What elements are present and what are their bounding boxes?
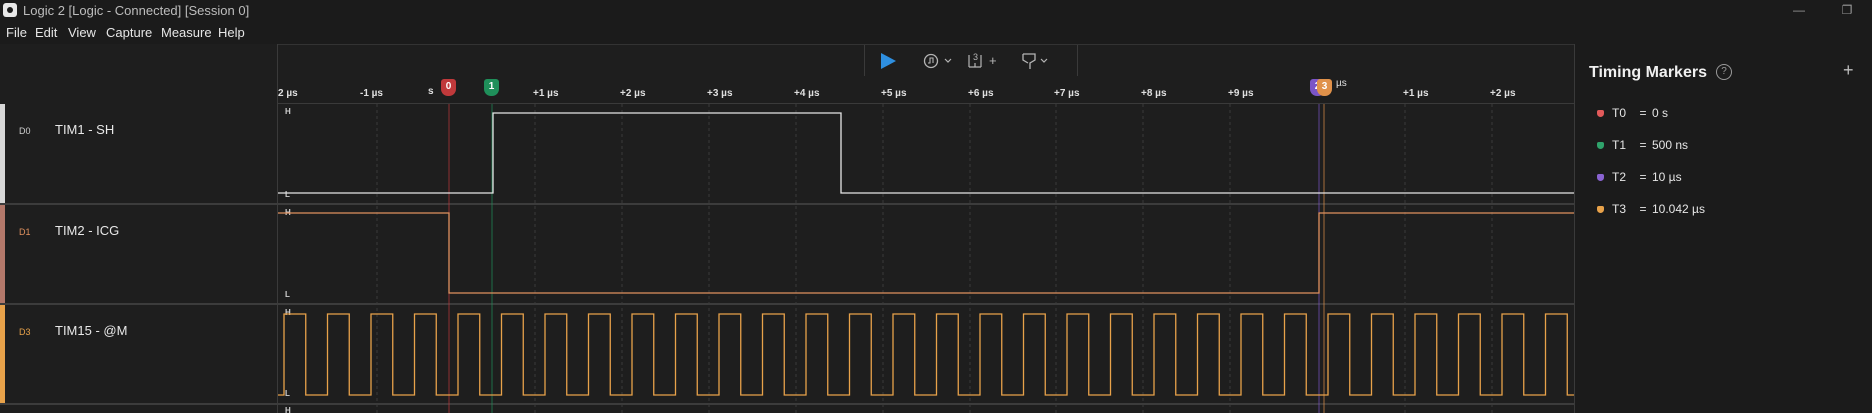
menu-measure[interactable]: Measure [161,25,212,40]
channel-name[interactable]: TIM1 - SH [55,122,114,137]
play-icon[interactable] [879,52,897,70]
timing-markers-panel: Timing Markers ? + T0 = 0 s T1 = 500 ns T2 = 1… [1574,44,1872,413]
menu-bar: File Edit View Capture Measure Help [0,22,1872,44]
low-level-label: L [285,389,290,398]
panel-title: Timing Markers [1589,64,1707,81]
signal-d0-waveform [278,112,1574,194]
tick-label: µs [1336,78,1347,89]
trigger-icon[interactable] [923,53,955,69]
timing-marker-row[interactable]: T0 = 0 s [1597,106,1668,124]
channel-color-strip [0,205,5,303]
measure-count: 3 [973,52,978,62]
marker-name: T3 [1612,202,1627,216]
marker-3-flag[interactable]: 3 [1317,79,1332,96]
marker-value: 0 s [1652,106,1669,120]
minimize-button[interactable]: — [1788,1,1810,19]
help-icon[interactable]: ? [1716,64,1732,80]
add-marker-button[interactable]: + [1843,60,1854,81]
title-bar: Logic 2 [Logic - Connected] [Session 0] … [0,0,1872,22]
signal-d1-waveform [278,212,1574,294]
equals-sign: = [1639,106,1647,120]
tick-label: -1 µs [360,88,383,99]
tick-label: +1 µs [533,88,559,99]
channel-name[interactable]: TIM15 - @M [55,323,127,338]
app-logo-icon [3,3,17,17]
timing-marker-row[interactable]: T2 = 10 µs [1597,170,1682,188]
restore-button[interactable]: ❐ [1836,1,1858,19]
channel-code: D3 [19,327,31,337]
tick-label: s [428,86,434,97]
tick-label: +6 µs [968,88,994,99]
marker-flag-icon [1597,110,1604,118]
channel-name[interactable]: TIM2 - ICG [55,223,119,238]
menu-capture[interactable]: Capture [106,25,152,40]
marker-value: 500 ns [1652,138,1689,152]
tick-label: +5 µs [881,88,907,99]
marker-0-flag[interactable]: 0 [441,79,456,96]
tick-label: +7 µs [1054,88,1080,99]
tick-label: +3 µs [707,88,733,99]
capture-toolbar: 3 + [278,44,1574,77]
signal-d3-waveform [278,313,1574,396]
measure-icon[interactable]: 3 + [967,50,1001,70]
menu-view[interactable]: View [68,25,96,40]
channel-code: D0 [19,126,31,136]
tick-label: +2 µs [1490,88,1516,99]
equals-sign: = [1639,138,1647,152]
marker-flag-icon [1597,174,1604,182]
marker-flag-icon [1597,142,1604,150]
high-level-label: H [285,107,291,116]
menu-file[interactable]: File [6,25,27,40]
time-grid [376,104,1493,413]
equals-sign: = [1639,170,1647,184]
add-measure: + [989,53,997,68]
low-level-label: L [285,190,290,199]
timing-marker-row[interactable]: T1 = 500 ns [1597,138,1688,156]
waveform-area[interactable]: H L H L H L H [278,104,1574,413]
tick-label: 2 µs [278,88,298,99]
marker-flag-icon [1597,206,1604,214]
timing-marker-row[interactable]: T3 = 10.042 µs [1597,202,1705,220]
menu-help[interactable]: Help [218,25,245,40]
marker-1-flag[interactable]: 1 [484,79,499,96]
tick-label: +2 µs [620,88,646,99]
menu-edit[interactable]: Edit [35,25,57,40]
high-level-label: H [285,406,291,413]
high-level-label: H [285,308,291,317]
marker-name: T2 [1612,170,1627,184]
channel-color-strip [0,104,5,203]
marker-name: T0 [1612,106,1627,120]
low-level-label: L [285,290,290,299]
tick-label: +8 µs [1141,88,1167,99]
marker-value: 10 µs [1652,170,1682,184]
window-title: Logic 2 [Logic - Connected] [Session 0] [23,3,250,18]
tick-label: +4 µs [794,88,820,99]
tick-label: +1 µs [1403,88,1429,99]
tick-label: +9 µs [1228,88,1254,99]
toolbar-controls: 3 + [864,45,1078,77]
marker-value: 10.042 µs [1652,202,1705,216]
channel-color-strip [0,305,5,403]
time-ruler[interactable]: 2 µs -1 µs s +1 µs +2 µs +3 µs +4 µs +5 … [278,76,1574,104]
filter-icon[interactable] [1021,52,1053,70]
marker-name: T1 [1612,138,1627,152]
equals-sign: = [1639,202,1647,216]
channel-code: D1 [19,227,31,237]
